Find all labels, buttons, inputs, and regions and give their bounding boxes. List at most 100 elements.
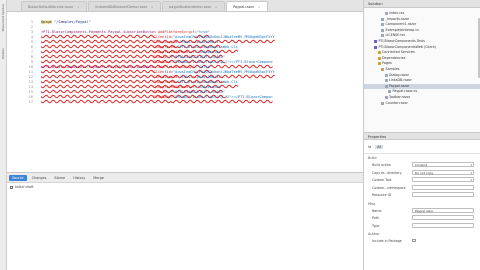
entry-checkbox[interactable] bbox=[10, 185, 13, 189]
tree-item-label: _Imports.razor bbox=[385, 16, 410, 21]
folder-icon bbox=[377, 62, 381, 66]
pad-tab[interactable]: Changes bbox=[29, 175, 50, 181]
property-label: Custom Tool bbox=[372, 178, 392, 182]
solution-tree-item[interactable]: LICENSE.txt bbox=[381, 33, 405, 38]
pad-tab[interactable]: Blame bbox=[51, 175, 68, 181]
editor-tab[interactable]: paypalbuttondemo.razor × bbox=[162, 1, 226, 11]
code-keyword: @page bbox=[41, 20, 52, 24]
code-attribute: OnApprovedJSHandler bbox=[41, 85, 195, 89]
project-icon bbox=[374, 45, 377, 49]
tree-selection-highlight bbox=[364, 83, 480, 89]
close-icon[interactable]: × bbox=[214, 5, 218, 9]
property-select[interactable]: Do not copy ▾ bbox=[412, 169, 474, 175]
code-attribute: PlanId bbox=[41, 90, 167, 94]
folder-icon bbox=[377, 56, 381, 60]
property-field[interactable] bbox=[412, 192, 474, 197]
code-attribute: OnApprovedJSHandler bbox=[41, 50, 195, 54]
tree-item-label: LinksDB.razor bbox=[389, 78, 412, 83]
code-string: ="P-8TC13440B2R12373-1BAZD" bbox=[166, 90, 225, 94]
property-row: Include in Package bbox=[372, 238, 477, 244]
solution-tree-item[interactable]: Component1.razor bbox=[381, 22, 416, 27]
tree-item-label: Toolbar.razor bbox=[389, 95, 411, 99]
solution-tree-item[interactable]: Paypal.razor.cs bbox=[388, 89, 417, 94]
property-field[interactable] bbox=[412, 184, 474, 190]
properties-toolbar-id[interactable]: Id bbox=[368, 145, 371, 149]
solution-tree-item[interactable]: ExampleJsInterop.cs bbox=[381, 28, 419, 33]
property-label: Build action bbox=[372, 163, 391, 167]
solution-tree-item[interactable]: Samples bbox=[381, 67, 400, 72]
code-string: ="AcwsInmCRJcPb2pTOxKohlJBbaTeeMV_PM4kge… bbox=[170, 70, 275, 74]
solution-tree-item[interactable]: Pages bbox=[377, 61, 392, 66]
tree-item-label: Dependencies bbox=[382, 55, 406, 60]
code-area[interactable]: 1 @page "/Samples/Paypal" 2 3 <PTI.BlazorCom… bbox=[7, 12, 363, 172]
tree-item-label: LICENSE.txt bbox=[385, 33, 405, 38]
solution-tree-item[interactable]: PTI.BlazorComponentsWeb (Client) bbox=[374, 45, 436, 50]
tree-item-label: Connected Services bbox=[382, 50, 415, 55]
property-value: Do not copy bbox=[415, 170, 434, 175]
rail-tab-toolbox[interactable]: Toolbox bbox=[1, 48, 6, 59]
properties-separator bbox=[364, 153, 480, 154]
close-icon[interactable]: × bbox=[257, 5, 261, 9]
code-string: ="AcwsInmCRJcPb2pTOxKohlJBbaTeeMV_PM4kge… bbox=[170, 35, 275, 39]
code-string: ="Sandbox Video Training 1"></PTI.Blazor… bbox=[170, 60, 273, 64]
property-field[interactable]: Paypal.razor bbox=[412, 207, 474, 213]
code-attribute: ContainerId bbox=[41, 40, 178, 44]
solution-tree-item[interactable]: PTI.BlazorComponents.Tests bbox=[374, 39, 425, 44]
editor-tab-label: IndexedDbBrowserDemo.razor bbox=[95, 4, 148, 9]
editor: BlazorDefaultService.razor × IndexedDbBrow… bbox=[7, 0, 363, 172]
code-attribute: PlanName bbox=[41, 60, 171, 64]
property-label: Copy to...directory bbox=[372, 170, 402, 175]
editor-tab[interactable]: IndexedDbBrowserDemo.razor × bbox=[88, 1, 162, 11]
property-field[interactable] bbox=[412, 215, 474, 220]
solution-tree-item[interactable]: Counter.razor bbox=[381, 101, 408, 106]
solution-tree-item[interactable]: _Imports.razor bbox=[381, 17, 409, 22]
editor-tab[interactable]: BlazorDefaultService.razor × bbox=[21, 1, 88, 11]
solution-tree-item[interactable]: Dialog.razor bbox=[384, 72, 410, 78]
tree-item-label: Counter.razor bbox=[385, 100, 408, 105]
close-icon[interactable]: × bbox=[76, 5, 80, 9]
property-checkbox[interactable] bbox=[412, 238, 416, 242]
code-plain: "/Samples/Paypal" bbox=[51, 20, 91, 24]
code-string: ="P-8TC13440B2R12373-1BAZD" bbox=[166, 55, 225, 59]
tree-item-label: Component1.razor bbox=[385, 22, 417, 27]
chevron-down-icon: ▾ bbox=[470, 163, 472, 167]
solution-tree-item[interactable]: Toolbar.razor bbox=[384, 95, 411, 100]
pad-tab[interactable]: History bbox=[70, 175, 88, 181]
property-row: Name Paypal.razor bbox=[372, 207, 477, 214]
properties-section-header[interactable]: Build bbox=[368, 156, 377, 160]
tree-item-label: index.css bbox=[389, 11, 405, 15]
properties-toolbar: Id All bbox=[368, 145, 384, 149]
property-label: Path bbox=[372, 216, 380, 220]
tree-item-label: Samples bbox=[385, 67, 400, 71]
properties-toolbar-all[interactable]: All bbox=[375, 145, 384, 149]
pad-body: Initial draft bbox=[7, 183, 363, 270]
solution-tree-item[interactable]: LinksDB.razor bbox=[384, 78, 412, 83]
code-line: 17 bbox=[7, 100, 363, 105]
code-attribute: OnApproved bbox=[41, 45, 176, 49]
solution-tree-item[interactable]: index.css bbox=[384, 11, 405, 16]
code-attribute: ClientId bbox=[41, 70, 171, 74]
code-attribute: AddPlatformScript bbox=[155, 30, 195, 34]
version-control-pad: Source Changes Blame History Merge Initial d… bbox=[7, 172, 363, 270]
pad-entry[interactable]: Initial draft bbox=[10, 185, 34, 189]
chevron-down-icon: ▾ bbox=[470, 170, 472, 175]
property-value: Paypal.razor bbox=[415, 208, 434, 213]
solution-tree-item[interactable]: Paypal.razor bbox=[384, 84, 409, 89]
rail-tab-document-outline[interactable]: Document Outline bbox=[1, 4, 6, 31]
solution-tree-item[interactable]: Connected Services bbox=[377, 50, 415, 55]
property-field[interactable] bbox=[412, 222, 474, 228]
properties-section-header[interactable]: Author bbox=[368, 232, 379, 236]
pad-tab[interactable]: Merge bbox=[90, 175, 107, 181]
properties-section-header[interactable]: Misc bbox=[368, 202, 376, 206]
code-string: ="PTI.BlazorComponentsWeb.Cli bbox=[175, 80, 238, 84]
property-select[interactable]: ▾ bbox=[412, 177, 474, 182]
code-string: ="onApproved" bbox=[194, 85, 223, 89]
property-row: Path bbox=[372, 215, 477, 221]
tree-item-label: Dialog.razor bbox=[389, 72, 410, 77]
solution-tree-item[interactable]: Dependencies bbox=[377, 55, 406, 61]
close-icon[interactable]: × bbox=[150, 5, 154, 9]
code-tag: <PTI.BlazorComponents.Payments.Paypal.Su… bbox=[41, 30, 156, 34]
pad-tab[interactable]: Source bbox=[9, 174, 27, 181]
property-select[interactable]: Content ▾ bbox=[412, 162, 474, 167]
editor-tab[interactable]: Paypal.razor × bbox=[226, 1, 269, 11]
